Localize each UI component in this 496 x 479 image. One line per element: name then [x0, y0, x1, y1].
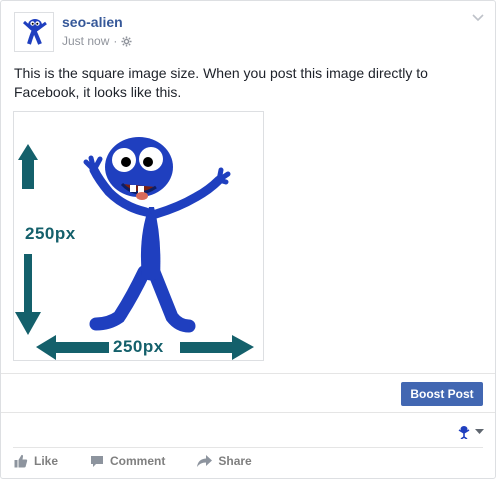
- share-button[interactable]: Share: [197, 454, 252, 468]
- page-avatar[interactable]: [14, 12, 54, 52]
- post-timestamp[interactable]: Just now: [62, 34, 109, 48]
- meta-separator: ·: [113, 34, 118, 48]
- share-icon: [197, 454, 213, 467]
- comment-label: Comment: [110, 454, 166, 468]
- alien-character-icon: [83, 137, 231, 333]
- post-text: This is the square image size. When you …: [14, 65, 428, 100]
- audience-gear-icon[interactable]: [121, 35, 132, 47]
- chevron-down-icon[interactable]: [471, 11, 485, 25]
- page-name-link[interactable]: seo-alien: [62, 14, 123, 30]
- divider: [13, 447, 483, 448]
- arrow-down-icon: [15, 254, 41, 335]
- alien-avatar-icon: [22, 19, 47, 45]
- alien-actor-icon: [458, 426, 470, 439]
- caret-down-icon: [475, 429, 484, 434]
- boost-post-button[interactable]: Boost Post: [401, 382, 483, 406]
- post-card: seo-alien Just now · This is the square …: [0, 0, 496, 479]
- like-label: Like: [34, 454, 59, 468]
- share-label: Share: [218, 454, 252, 468]
- thumbs-up-icon: [14, 454, 28, 468]
- height-label: 250px: [25, 224, 76, 243]
- arrow-right-icon: [180, 335, 254, 360]
- post-meta: Just now ·: [62, 34, 132, 48]
- arrow-left-icon: [36, 335, 109, 360]
- like-button[interactable]: Like: [14, 454, 58, 468]
- arrow-up-icon: [18, 144, 38, 189]
- divider: [1, 373, 495, 374]
- divider: [1, 412, 495, 413]
- comment-icon: [91, 455, 104, 467]
- post-image[interactable]: 250px 250px: [13, 111, 264, 361]
- width-label: 250px: [113, 337, 164, 356]
- action-bar: Like Comment Share: [14, 454, 252, 468]
- comment-button[interactable]: Comment: [90, 454, 165, 468]
- actor-selector[interactable]: [457, 425, 484, 439]
